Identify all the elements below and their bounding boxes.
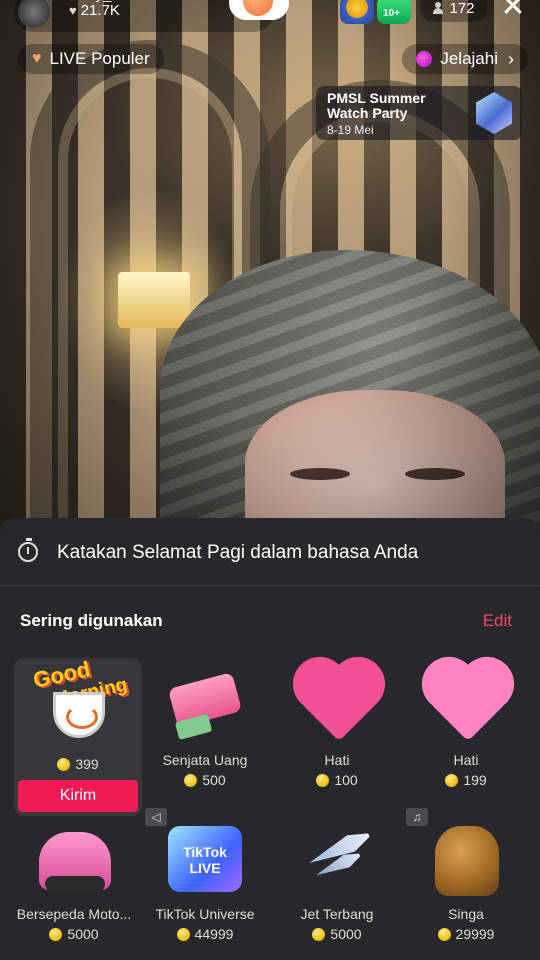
coin-icon xyxy=(316,773,330,787)
live-popular-label: LIVE Populer xyxy=(49,49,150,68)
gift-name: TikTok Universe xyxy=(155,906,255,922)
gift-good-morning[interactable]: Good Morning 399 Kirim xyxy=(14,658,142,816)
viewer-person-icon xyxy=(433,2,444,14)
badge-level: 10+ xyxy=(383,8,400,19)
lion-art xyxy=(435,826,499,896)
gift-price: 5000 xyxy=(10,926,138,942)
explore-dot-icon xyxy=(416,51,433,67)
gift-name: Singa xyxy=(448,906,484,922)
promo-title: PMSL Summer Watch Party xyxy=(327,90,426,121)
gift-price: 5000 xyxy=(273,926,401,942)
host-avatar[interactable] xyxy=(18,0,50,28)
gift-item[interactable]: Singa 29999 xyxy=(402,816,530,942)
follow-button[interactable] xyxy=(229,0,289,20)
gift-price-value: 399 xyxy=(75,756,99,772)
follow-heart-icon xyxy=(243,0,273,16)
heart-art xyxy=(429,664,507,742)
gift-item[interactable]: TikTok LIVE TikTok Universe 44999 xyxy=(141,816,269,942)
tiktok-universe-icon: TikTok LIVE xyxy=(162,816,248,902)
top-viewer-badge[interactable]: 10+ xyxy=(377,0,411,24)
scooter-art xyxy=(39,832,111,892)
promo-dates: 8-19 Mei xyxy=(327,123,374,137)
host-likes-count: 21.7K xyxy=(80,2,120,19)
edit-button[interactable]: Edit xyxy=(483,611,512,631)
coin-icon xyxy=(437,927,451,941)
coin-icon xyxy=(176,927,190,941)
gift-price-value: 29999 xyxy=(455,926,495,942)
timer-icon xyxy=(18,538,38,562)
top-viewer-avatar[interactable] xyxy=(340,0,374,24)
good-morning-icon: Good Morning xyxy=(31,658,129,752)
gift-item[interactable]: Hati 100 xyxy=(273,662,401,788)
gift-name: Senjata Uang xyxy=(162,752,248,768)
tiktok-universe-art: TikTok LIVE xyxy=(168,826,242,892)
gift-name: Hati xyxy=(453,752,479,768)
gift-sheet: Katakan Selamat Pagi dalam bahasa Anda S… xyxy=(0,518,540,960)
video-vignette xyxy=(0,0,540,540)
coin-icon xyxy=(184,773,198,787)
close-icon[interactable]: ✕ xyxy=(496,0,530,26)
viewer-count-value: 172 xyxy=(449,0,475,17)
gift-price-value: 500 xyxy=(202,772,226,788)
live-popular-button[interactable]: ♥ LIVE Populer xyxy=(18,44,164,74)
heart-art xyxy=(300,664,378,742)
gift-item[interactable]: Hati 199 xyxy=(402,662,530,788)
gift-name: Jet Terbang xyxy=(300,906,374,922)
gift-prompt-text: Katakan Selamat Pagi dalam bahasa Anda xyxy=(57,542,419,563)
gift-price-value: 5000 xyxy=(67,926,99,942)
coffee-cup-icon xyxy=(53,692,105,738)
coin-icon xyxy=(57,757,71,771)
gift-price: 500 xyxy=(141,772,269,788)
explore-button[interactable]: Jelajahi › xyxy=(402,44,528,74)
gift-price-value: 5000 xyxy=(330,926,362,942)
explore-label: Jelajahi xyxy=(440,49,498,68)
gift-name: Hati xyxy=(324,752,350,768)
likes-heart-icon: ♥ xyxy=(69,3,77,18)
send-button[interactable]: Kirim xyxy=(18,780,138,812)
scooter-icon xyxy=(31,816,117,902)
host-card[interactable]: derry_sulaiman ♥ 21.7K xyxy=(14,0,289,32)
viewer-count[interactable]: 172 xyxy=(420,0,488,22)
gift-price: 100 xyxy=(273,772,401,788)
money-gun-art xyxy=(167,672,243,728)
gift-item[interactable]: Jet Terbang 5000 xyxy=(273,816,401,942)
gift-price: 199 xyxy=(402,772,530,788)
lion-icon xyxy=(423,816,509,902)
gift-price: 44999 xyxy=(141,926,269,942)
jet-icon xyxy=(294,816,380,902)
coin-icon xyxy=(312,927,326,941)
gift-price-value: 44999 xyxy=(194,926,234,942)
money-gun-icon xyxy=(162,662,248,748)
coin-icon xyxy=(49,927,63,941)
host-likes: ♥ 21.7K xyxy=(69,2,120,19)
coin-icon xyxy=(445,773,459,787)
live-video xyxy=(0,0,540,540)
chevron-right-icon: › xyxy=(508,48,514,69)
heart-icon xyxy=(423,662,509,748)
promo-banner[interactable]: PMSL Summer Watch Party 8-19 Mei xyxy=(316,86,522,140)
gift-prompt[interactable]: Katakan Selamat Pagi dalam bahasa Anda xyxy=(0,518,540,586)
gift-item[interactable]: Senjata Uang 500 xyxy=(141,662,269,788)
gift-price-value: 100 xyxy=(334,772,358,788)
heart-icon xyxy=(294,662,380,748)
live-heart-icon: ♥ xyxy=(32,50,42,67)
section-title: Sering digunakan xyxy=(20,611,163,630)
promo-trophy-icon xyxy=(476,92,512,134)
gift-price-value: 199 xyxy=(463,772,487,788)
gift-price: 399 xyxy=(14,756,142,772)
gift-item[interactable]: Bersepeda Moto... 5000 xyxy=(10,816,138,942)
gift-name: Bersepeda Moto... xyxy=(16,906,132,922)
gift-price: 29999 xyxy=(402,926,530,942)
